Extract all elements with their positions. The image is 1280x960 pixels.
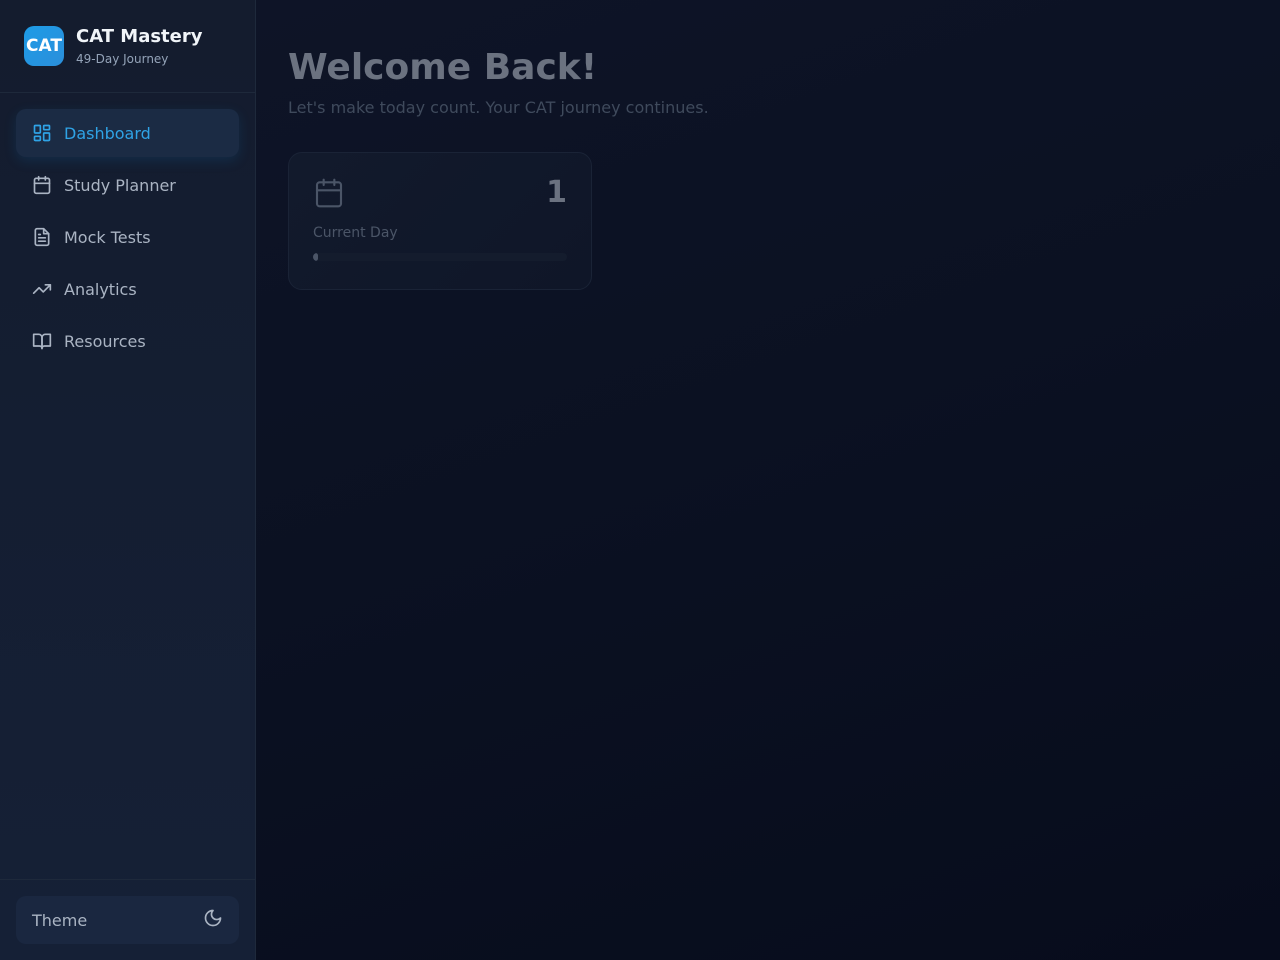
theme-toggle-button[interactable]: Theme [16, 896, 239, 944]
trending-up-icon [32, 279, 52, 299]
sidebar: CAT CAT Mastery 49-Day Journey Dashboard [0, 0, 256, 960]
brand-text: CAT Mastery 49-Day Journey [76, 26, 202, 66]
current-day-card: 1 Current Day [288, 152, 592, 290]
current-day-value: 1 [546, 175, 567, 210]
day-progress-fill [313, 253, 319, 261]
sidebar-item-dashboard[interactable]: Dashboard [16, 109, 239, 157]
book-icon [32, 331, 52, 351]
sidebar-item-label: Analytics [64, 279, 137, 299]
sidebar-item-label: Resources [64, 331, 146, 351]
page-title: Welcome Back! [288, 47, 598, 88]
sidebar-item-study-planner[interactable]: Study Planner [16, 161, 239, 209]
card-header: 1 [313, 175, 567, 213]
sidebar-item-label: Dashboard [64, 123, 151, 143]
brand-logo: CAT [24, 26, 64, 66]
moon-icon [203, 908, 223, 932]
dashboard-icon [32, 123, 52, 143]
document-icon [32, 227, 52, 247]
sidebar-item-resources[interactable]: Resources [16, 317, 239, 365]
theme-label: Theme [32, 910, 88, 930]
sidebar-item-mock-tests[interactable]: Mock Tests [16, 213, 239, 261]
sidebar-item-label: Mock Tests [64, 227, 151, 247]
brand-subtitle: 49-Day Journey [76, 52, 169, 66]
main-content: Welcome Back! Let's make today count. Yo… [256, 0, 1280, 960]
sidebar-footer: Theme [0, 879, 255, 960]
day-progress-track [313, 253, 567, 261]
sidebar-item-analytics[interactable]: Analytics [16, 265, 239, 313]
app-root: CAT CAT Mastery 49-Day Journey Dashboard [0, 0, 1280, 960]
current-day-label: Current Day [313, 225, 398, 241]
sidebar-nav: Dashboard Study Planner Mock Tests Analy… [0, 93, 255, 365]
brand-header: CAT CAT Mastery 49-Day Journey [0, 0, 255, 93]
page-subtitle: Let's make today count. Your CAT journey… [288, 98, 709, 117]
calendar-icon [32, 175, 52, 195]
brand-title: CAT Mastery [76, 26, 203, 47]
sidebar-item-label: Study Planner [64, 175, 176, 195]
calendar-icon [313, 177, 345, 213]
